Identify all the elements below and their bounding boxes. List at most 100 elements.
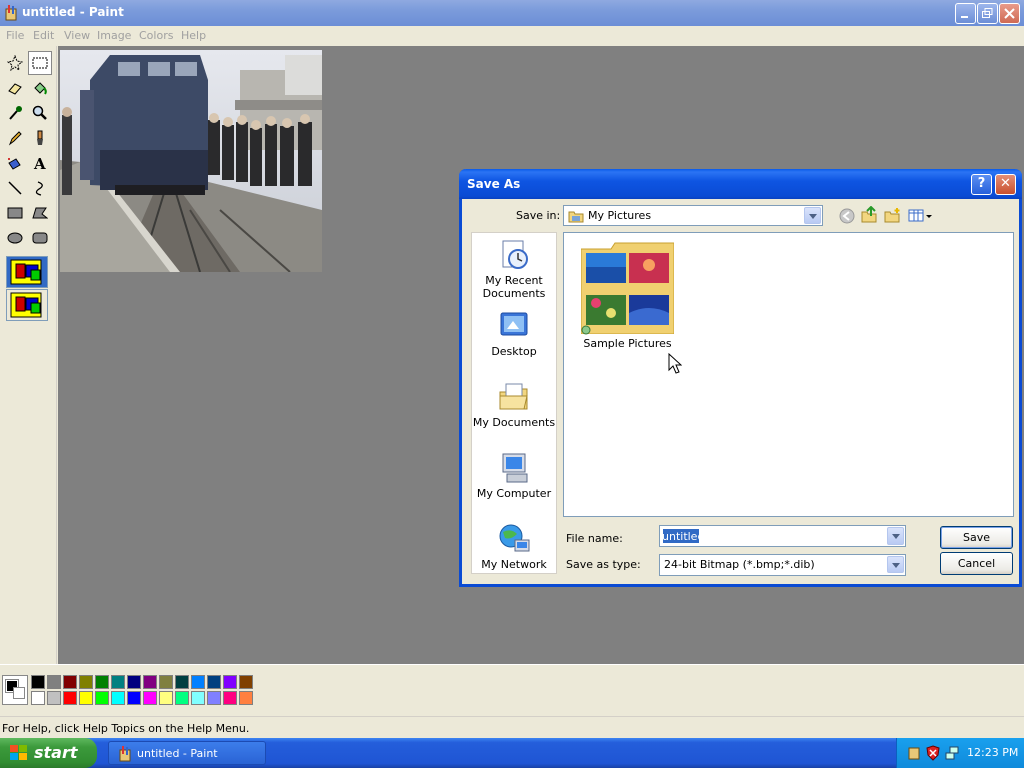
minimize-button[interactable] (955, 3, 976, 24)
folder-thumbnail-icon (581, 242, 674, 334)
fill-style-option-opaque[interactable] (6, 256, 48, 288)
paint-taskbar-icon (119, 746, 131, 762)
up-folder-icon[interactable] (861, 206, 877, 224)
color-swatch[interactable] (223, 675, 237, 689)
magnifier-tool[interactable] (28, 101, 52, 125)
free-form-select-tool[interactable] (3, 51, 27, 75)
save-as-type-dropdown[interactable]: 24-bit Bitmap (*.bmp;*.dib) (659, 554, 906, 576)
color-swatch[interactable] (207, 675, 221, 689)
start-button[interactable]: start (0, 738, 97, 768)
eraser-tool[interactable] (3, 76, 27, 100)
color-swatch[interactable] (31, 691, 45, 705)
airbrush-tool[interactable] (3, 151, 27, 175)
rect-select-icon (32, 57, 48, 69)
select-tool[interactable] (28, 51, 52, 75)
color-swatch[interactable] (175, 691, 189, 705)
color-swatch[interactable] (223, 691, 237, 705)
color-swatch[interactable] (191, 675, 205, 689)
color-swatch[interactable] (63, 691, 77, 705)
clock: 12:23 PM (967, 746, 1019, 759)
train-photo-image (60, 50, 322, 272)
svg-text:A: A (33, 155, 46, 171)
text-tool[interactable]: A (28, 151, 52, 175)
line-tool[interactable] (3, 176, 27, 200)
back-icon[interactable] (839, 208, 855, 224)
fill-style-option-transparent[interactable] (6, 289, 48, 321)
color-swatch[interactable] (47, 675, 61, 689)
drawing-canvas[interactable] (60, 50, 322, 272)
color-swatch[interactable] (159, 675, 173, 689)
color-swatch[interactable] (47, 691, 61, 705)
place-desktop[interactable]: Desktop (472, 309, 556, 358)
file-name-input[interactable] (662, 528, 882, 544)
taskbar-item-paint[interactable]: untitled - Paint (108, 741, 266, 765)
place-my-recent-documents[interactable]: My Recent Documents (472, 238, 556, 300)
color-swatch[interactable] (127, 675, 141, 689)
menu-help[interactable]: Help (181, 29, 206, 42)
my-documents-icon (499, 383, 528, 410)
paint-tray-icon[interactable] (906, 745, 922, 761)
file-name-field[interactable] (659, 525, 906, 547)
color-swatch[interactable] (63, 675, 77, 689)
color-swatch[interactable] (143, 691, 157, 705)
color-swatch[interactable] (207, 691, 221, 705)
dialog-help-button[interactable]: ? (971, 174, 992, 195)
pencil-icon (8, 131, 22, 146)
rounded-rectangle-tool[interactable] (28, 226, 52, 250)
color-swatch[interactable] (95, 691, 109, 705)
cancel-button[interactable]: Cancel (940, 552, 1013, 575)
help-icon: ? (977, 176, 986, 191)
menu-image[interactable]: Image (97, 29, 131, 42)
color-swatch[interactable] (239, 675, 253, 689)
folder-label: Sample Pictures (583, 337, 672, 350)
color-swatch[interactable] (191, 691, 205, 705)
pencil-tool[interactable] (3, 126, 27, 150)
new-folder-icon[interactable] (884, 206, 902, 224)
brush-tool[interactable] (28, 126, 52, 150)
place-label: My Documents (472, 416, 556, 429)
chevron-down-icon (804, 207, 821, 224)
folder-sample-pictures[interactable]: Sample Pictures (564, 233, 691, 358)
color-swatch[interactable] (239, 691, 253, 705)
color-swatch[interactable] (31, 675, 45, 689)
color-swatch[interactable] (175, 675, 189, 689)
close-button[interactable] (999, 3, 1020, 24)
rectangle-tool[interactable] (3, 201, 27, 225)
place-label: My Computer (476, 487, 552, 500)
save-in-dropdown[interactable]: My Pictures (563, 205, 823, 226)
line-icon (8, 181, 22, 195)
brush-icon (37, 130, 43, 145)
fill-tool[interactable] (28, 76, 52, 100)
color-swatch[interactable] (159, 691, 173, 705)
status-bar: For Help, click Help Topics on the Help … (0, 716, 1024, 738)
rectangle-icon (7, 207, 23, 219)
menu-file[interactable]: File (6, 29, 24, 42)
polygon-tool[interactable] (28, 201, 52, 225)
menu-edit[interactable]: Edit (33, 29, 54, 42)
save-button[interactable]: Save (940, 526, 1013, 549)
dialog-close-button[interactable]: ✕ (995, 174, 1016, 195)
security-shield-icon[interactable] (925, 745, 941, 761)
curve-tool[interactable] (28, 176, 52, 200)
ellipse-tool[interactable] (3, 226, 27, 250)
chevron-down-icon[interactable] (887, 527, 904, 545)
pick-color-tool[interactable] (3, 101, 27, 125)
current-colors[interactable] (2, 675, 28, 705)
views-menu-icon[interactable] (908, 208, 934, 224)
network-icon[interactable] (944, 745, 960, 761)
free-select-icon (7, 55, 23, 71)
restore-button[interactable] (977, 3, 998, 24)
color-swatch[interactable] (95, 675, 109, 689)
color-swatch[interactable] (111, 691, 125, 705)
color-swatch[interactable] (79, 691, 93, 705)
color-swatch[interactable] (127, 691, 141, 705)
place-my-documents[interactable]: My Documents (472, 380, 556, 429)
menu-view[interactable]: View (64, 29, 90, 42)
color-swatch[interactable] (79, 675, 93, 689)
menu-colors[interactable]: Colors (139, 29, 173, 42)
file-list[interactable]: Sample Pictures (563, 232, 1014, 517)
place-my-network[interactable]: My Network (472, 522, 556, 571)
color-swatch[interactable] (111, 675, 125, 689)
place-my-computer[interactable]: My Computer (472, 451, 556, 500)
color-swatch[interactable] (143, 675, 157, 689)
